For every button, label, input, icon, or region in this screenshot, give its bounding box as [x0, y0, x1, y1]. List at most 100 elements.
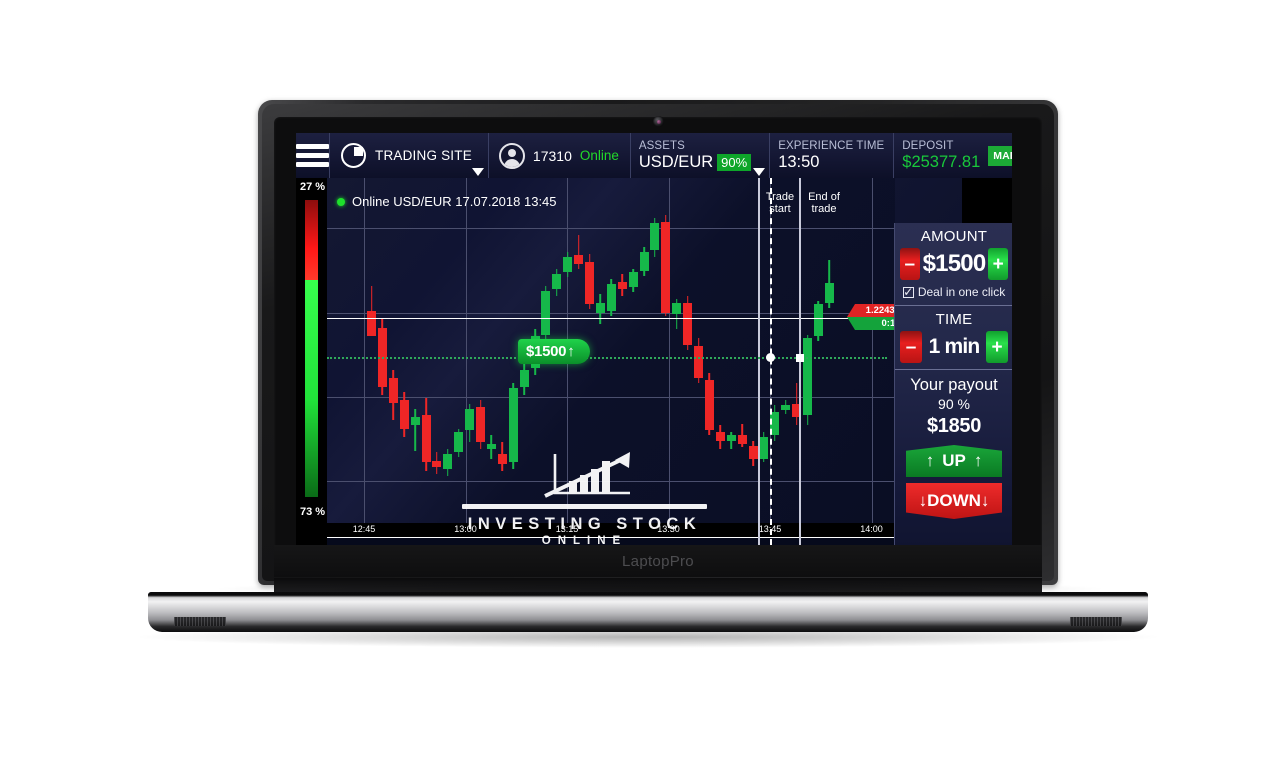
experience-time-value: 13:50: [778, 153, 820, 171]
pie-clock-icon: [341, 143, 366, 168]
candle-body: [476, 406, 485, 443]
candlestick: [661, 215, 671, 316]
trade-control-panel: AMOUNT – $1500 + ✓ Deal in one click TIM…: [894, 223, 1012, 545]
sentiment-bar-red: [305, 200, 318, 281]
chart-area: 27 % 73 % 1.225001.224001.223001.22200 O…: [296, 178, 1012, 545]
candle-body: [726, 435, 736, 441]
make-a-deposit-button[interactable]: MAKE A DEPOSIT: [988, 145, 1012, 166]
candle-body: [410, 416, 420, 426]
time-value[interactable]: 1 min: [925, 335, 983, 359]
position-direction-arrow: ↑: [567, 343, 575, 360]
candlestick: [824, 260, 834, 308]
hamburger-menu-button[interactable]: [296, 133, 330, 178]
up-trade-button[interactable]: ↑ UP ↑: [906, 445, 1002, 477]
candle-body: [813, 304, 823, 337]
candle-body: [519, 369, 529, 387]
trade-start-line1: Trade: [765, 191, 795, 203]
assets-selector[interactable]: ASSETS USD/EUR 90%: [631, 133, 771, 178]
current-price-line: [327, 318, 895, 320]
candle-wick: [414, 408, 416, 451]
candlestick: [519, 363, 529, 396]
experience-time-caption: EXPERIENCE TIME: [778, 140, 885, 152]
candle-body: [683, 302, 693, 345]
brand-watermark: INVESTING STOCK ONLINE: [447, 448, 722, 545]
candlestick: [704, 373, 714, 436]
candlestick: [759, 432, 769, 463]
candlestick: [617, 273, 627, 296]
assets-value-row: USD/EUR 90%: [638, 153, 752, 172]
up-button-label: UP: [942, 451, 966, 470]
candlestick: [388, 369, 398, 421]
time-title: TIME: [935, 311, 973, 328]
candle-body: [563, 257, 573, 273]
chart-status-text: Online USD/EUR 17.07.2018 13:45: [352, 194, 557, 209]
candlestick: [465, 403, 475, 443]
candlestick: [781, 400, 791, 414]
candlestick: [399, 391, 409, 438]
candlestick: [672, 299, 682, 330]
amount-stepper: – $1500 +: [895, 248, 1012, 280]
payout-amount: $1850: [926, 415, 982, 437]
deposit-caption: DEPOSIT: [902, 140, 954, 152]
online-dot-icon: [337, 197, 345, 206]
trade-start-line2: start: [769, 203, 791, 215]
time-section: TIME – 1 min +: [895, 306, 1012, 370]
payout-section: Your payout 90 % $1850 ↑ UP ↑ ↓ DOWN ↓: [895, 370, 1012, 519]
entry-point-marker: [766, 353, 775, 362]
chevron-down-icon[interactable]: [753, 168, 766, 176]
candlestick: [813, 300, 823, 342]
deal-one-click-checkbox[interactable]: ✓: [902, 286, 914, 298]
sentiment-gauge: 27 % 73 %: [296, 178, 327, 523]
candlestick: [737, 423, 747, 448]
down-arrow-right-icon: ↓: [980, 491, 990, 510]
candle-body: [585, 262, 594, 305]
chevron-down-icon[interactable]: [471, 168, 484, 176]
trade-start-separator: [758, 178, 760, 545]
candle-body: [737, 435, 747, 444]
candle-body: [432, 460, 442, 468]
candlestick: [694, 337, 703, 384]
sentiment-down-percent: 73 %: [300, 506, 326, 518]
assets-payout-badge: 90%: [717, 154, 752, 171]
time-gridline: [871, 178, 873, 523]
candlestick: [726, 432, 736, 449]
laptop-brand-bar: LaptopPro: [274, 545, 1042, 577]
candle-body: [399, 400, 409, 429]
candlestick: [367, 285, 376, 337]
laptop-base: [148, 592, 1148, 632]
candle-body: [628, 272, 638, 288]
deposit-block: DEPOSIT $25377.81 MAKE A DEPOSIT: [894, 133, 1012, 178]
trading-site-selector[interactable]: TRADING SITE: [330, 133, 489, 178]
candlestick: [563, 252, 573, 278]
time-increase-button[interactable]: +: [986, 331, 1008, 363]
sentiment-bar: [305, 200, 318, 497]
trade-start-marker: Trade start: [762, 191, 798, 215]
payout-percent: 90 %: [938, 396, 970, 412]
time-tick-label: 14:00: [860, 524, 883, 534]
online-users-count: 17310: [532, 147, 572, 164]
candle-body: [595, 302, 605, 313]
growth-chart-icon: [447, 448, 722, 503]
down-trade-button[interactable]: ↓ DOWN ↓: [906, 483, 1002, 519]
time-decrease-button[interactable]: –: [900, 331, 922, 363]
candle-body: [639, 252, 649, 271]
amount-value[interactable]: $1500: [923, 250, 987, 278]
amount-increase-button[interactable]: +: [988, 248, 1008, 280]
candle-body: [465, 408, 475, 431]
down-button-label: DOWN: [927, 491, 981, 510]
candle-body: [824, 283, 834, 303]
candlestick: [748, 440, 758, 466]
online-users-label: Online: [579, 148, 619, 163]
hamburger-bar: [296, 153, 329, 158]
deal-in-one-click-option[interactable]: ✓ Deal in one click: [895, 285, 1012, 299]
assets-pair: USD/EUR: [638, 153, 714, 171]
watermark-line1: INVESTING STOCK: [467, 515, 702, 533]
watermark-divider: [462, 504, 707, 509]
laptop-brand-label: LaptopPro: [622, 552, 694, 570]
position-amount-flag: $1500 ↑: [518, 339, 591, 364]
candle-body: [606, 284, 616, 311]
amount-decrease-button[interactable]: –: [900, 248, 920, 280]
candlestick: [476, 400, 485, 449]
up-arrow-left-icon: ↑: [925, 451, 935, 470]
candle-body: [574, 255, 584, 264]
